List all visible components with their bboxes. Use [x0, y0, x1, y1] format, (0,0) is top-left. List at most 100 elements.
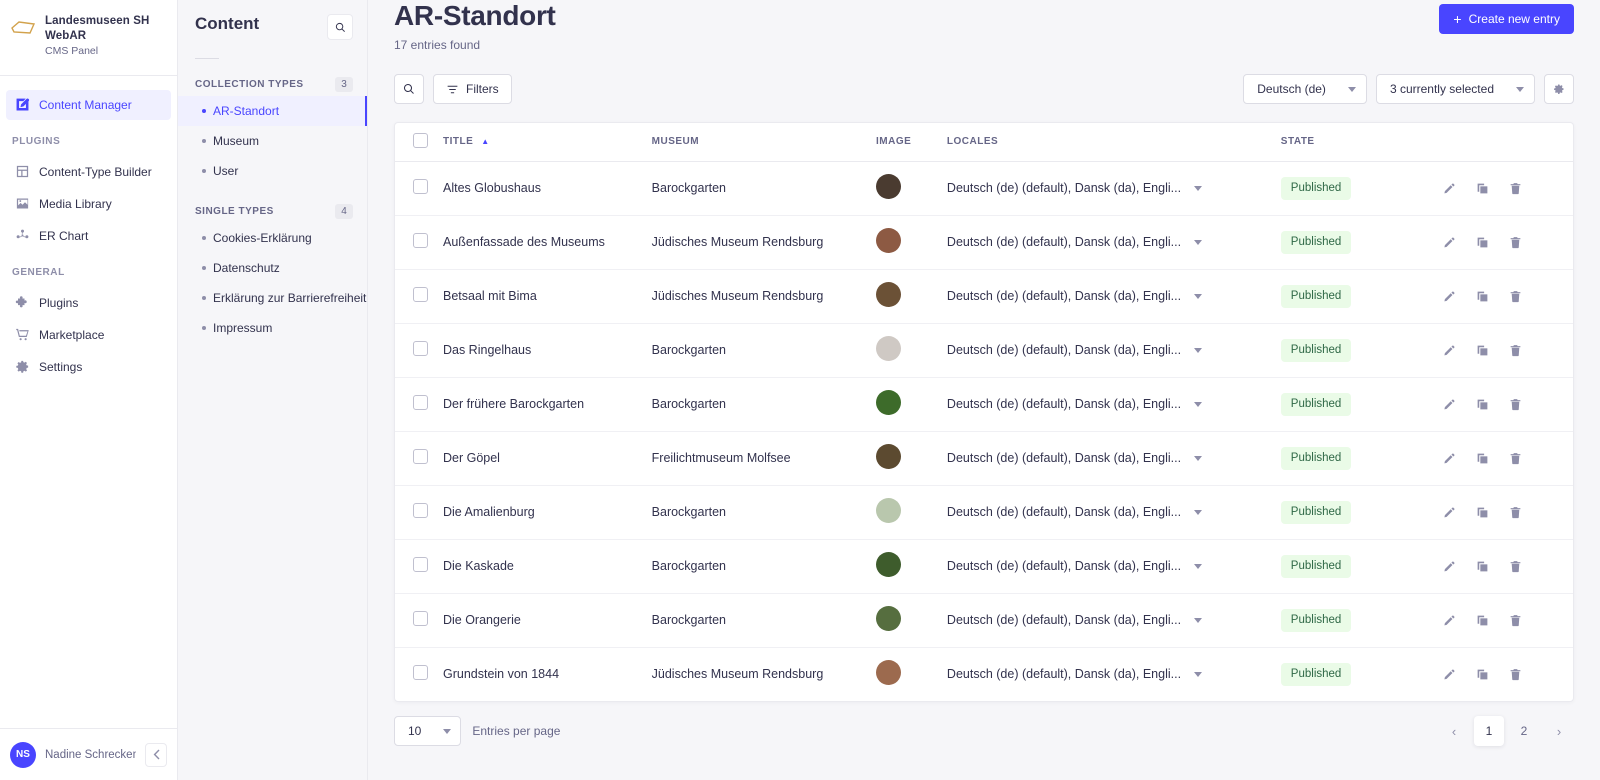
pencil-icon[interactable] [1443, 506, 1456, 519]
pencil-icon[interactable] [1443, 182, 1456, 195]
chevron-down-icon[interactable] [1194, 347, 1203, 353]
row-checkbox[interactable] [413, 179, 428, 195]
row-museum: Barockgarten [651, 593, 876, 648]
chevron-down-icon[interactable] [1194, 617, 1203, 623]
filters-button[interactable]: Filters [433, 74, 512, 105]
row-checkbox[interactable] [413, 395, 428, 411]
fields-select[interactable]: 3 currently selected [1375, 74, 1535, 105]
duplicate-icon[interactable] [1476, 668, 1489, 681]
pencil-icon[interactable] [1443, 398, 1456, 411]
row-locales: Deutsch (de) (default), Dansk (da), Engl… [946, 397, 1182, 412]
select-all-checkbox[interactable] [413, 132, 428, 148]
table-row[interactable]: Altes Globushaus Barockgarten Deutsch (de)… [395, 161, 1573, 216]
duplicate-icon[interactable] [1476, 506, 1489, 519]
pagination-next-button[interactable]: › [1544, 716, 1574, 746]
duplicate-icon[interactable] [1476, 614, 1489, 627]
chevron-down-icon[interactable] [1194, 293, 1203, 299]
pencil-icon[interactable] [1443, 344, 1456, 357]
duplicate-icon[interactable] [1476, 560, 1489, 573]
header-state[interactable]: STATE [1280, 123, 1438, 162]
header-image[interactable]: IMAGE [875, 123, 947, 162]
duplicate-icon[interactable] [1476, 398, 1489, 411]
header-locales[interactable]: LOCALES [946, 123, 1281, 162]
header-museum[interactable]: MUSEUM [651, 123, 876, 162]
row-checkbox[interactable] [413, 557, 428, 573]
table-row[interactable]: Grundstein von 1844 Jüdisches Museum Rend… [395, 647, 1573, 701]
avatar[interactable]: NS [10, 741, 36, 768]
subnav-item-impressum[interactable]: Impressum [178, 313, 367, 343]
sidebar-item-plugins[interactable]: Plugins [6, 288, 171, 318]
sidebar-item-media-library[interactable]: Media Library [6, 189, 171, 219]
row-checkbox[interactable] [413, 503, 428, 519]
pencil-icon[interactable] [1443, 452, 1456, 465]
table-row[interactable]: Der frühere Barockgarten Barockgarten Deut… [395, 377, 1573, 432]
chevron-down-icon[interactable] [1194, 509, 1203, 515]
row-checkbox[interactable] [413, 611, 428, 627]
trash-icon[interactable] [1509, 236, 1522, 249]
create-new-entry-button[interactable]: + Create new entry [1439, 4, 1574, 34]
duplicate-icon[interactable] [1476, 236, 1489, 249]
sidebar-item-er-chart[interactable]: ER Chart [6, 221, 171, 251]
table-row[interactable]: Die Orangerie Barockgarten Deutsch (de) (d… [395, 593, 1573, 648]
subnav-item-cookies-erklaerung[interactable]: Cookies-Erklärung [178, 223, 367, 253]
entries-per-page-select[interactable]: 10 [394, 716, 462, 747]
trash-icon[interactable] [1509, 344, 1522, 357]
table-settings-button[interactable] [1544, 74, 1574, 105]
duplicate-icon[interactable] [1476, 452, 1489, 465]
search-button[interactable] [394, 74, 424, 105]
locale-select[interactable]: Deutsch (de) [1243, 74, 1367, 105]
pencil-icon[interactable] [1443, 560, 1456, 573]
chevron-down-icon[interactable] [1194, 671, 1203, 677]
header-title[interactable]: TITLE ▲ [442, 123, 652, 162]
subnav-search-button[interactable] [327, 14, 353, 40]
chevron-down-icon[interactable] [1194, 239, 1203, 245]
row-checkbox[interactable] [413, 665, 428, 681]
chevron-down-icon[interactable] [1194, 455, 1203, 461]
row-checkbox[interactable] [413, 449, 428, 465]
sidebar-collapse-button[interactable] [145, 742, 167, 767]
trash-icon[interactable] [1509, 506, 1522, 519]
row-checkbox[interactable] [413, 233, 428, 249]
duplicate-icon[interactable] [1476, 182, 1489, 195]
chevron-down-icon[interactable] [1194, 185, 1203, 191]
table-row[interactable]: Der Göpel Freilichtmuseum Molfsee Deutsch … [395, 431, 1573, 486]
subnav-item-datenschutz[interactable]: Datenschutz [178, 253, 367, 283]
trash-icon[interactable] [1509, 668, 1522, 681]
pencil-icon[interactable] [1443, 614, 1456, 627]
chevron-down-icon[interactable] [1194, 563, 1203, 569]
trash-icon[interactable] [1509, 452, 1522, 465]
trash-icon[interactable] [1509, 290, 1522, 303]
pagination-page-1[interactable]: 1 [1474, 716, 1504, 747]
subnav-item-user[interactable]: User [178, 156, 367, 186]
header-actions [1437, 123, 1573, 162]
table-row[interactable]: Das Ringelhaus Barockgarten Deutsch (de) (… [395, 323, 1573, 378]
subnav-item-museum[interactable]: Museum [178, 126, 367, 156]
sidebar-item-marketplace[interactable]: Marketplace [6, 320, 171, 350]
subnav-item-barrierefreiheit[interactable]: Erklärung zur Barrierefreiheit [178, 283, 367, 313]
pencil-icon[interactable] [1443, 290, 1456, 303]
brand-header[interactable]: Landesmuseen SH WebAR CMS Panel [0, 0, 177, 76]
sidebar-item-settings[interactable]: Settings [6, 352, 171, 382]
pencil-icon[interactable] [1443, 236, 1456, 249]
subnav-item-ar-standort[interactable]: AR-Standort [178, 96, 367, 126]
pagination-page-2[interactable]: 2 [1509, 716, 1539, 746]
row-checkbox[interactable] [413, 287, 428, 303]
trash-icon[interactable] [1509, 398, 1522, 411]
table-row[interactable]: Betsaal mit Bima Jüdisches Museum Rendsbu… [395, 269, 1573, 324]
table-row[interactable]: Die Kaskade Barockgarten Deutsch (de) (def… [395, 539, 1573, 594]
sidebar-item-content-manager[interactable]: Content Manager [6, 89, 171, 120]
duplicate-icon[interactable] [1476, 344, 1489, 357]
trash-icon[interactable] [1509, 614, 1522, 627]
row-checkbox[interactable] [413, 341, 428, 357]
trash-icon[interactable] [1509, 182, 1522, 195]
pencil-icon[interactable] [1443, 668, 1456, 681]
table-row[interactable]: Die Amalienburg Barockgarten Deutsch (de) … [395, 485, 1573, 540]
chevron-down-icon[interactable] [1194, 401, 1203, 407]
trash-icon[interactable] [1509, 560, 1522, 573]
duplicate-icon[interactable] [1476, 290, 1489, 303]
table-row[interactable]: Außenfassade des Museums Jüdisches Museum… [395, 215, 1573, 270]
header-title-label: TITLE [442, 136, 474, 148]
sidebar-item-content-type-builder[interactable]: Content-Type Builder [6, 157, 171, 187]
subnav-item-label: User [213, 164, 239, 178]
pagination-prev-button[interactable]: ‹ [1439, 716, 1469, 746]
